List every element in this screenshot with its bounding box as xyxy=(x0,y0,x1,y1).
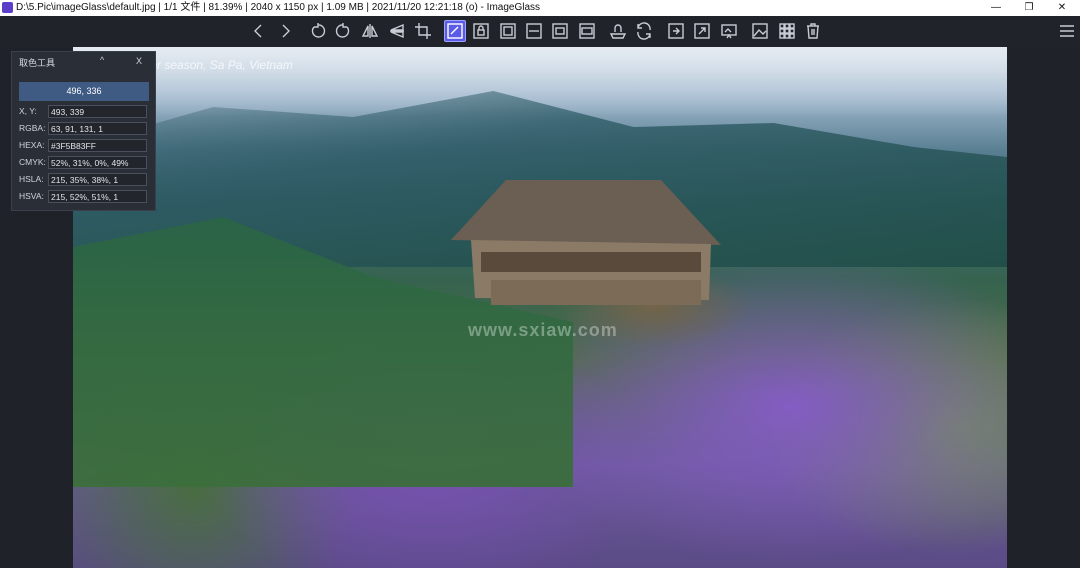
color-picker-button[interactable] xyxy=(444,20,466,42)
color-value-field[interactable]: 215, 35%, 38%, 1 xyxy=(48,173,147,186)
minimize-button[interactable]: — xyxy=(981,0,1011,16)
grid-icon xyxy=(779,23,795,39)
refresh-icon xyxy=(637,22,651,40)
goto-icon xyxy=(668,23,684,39)
scale-to-height-icon xyxy=(552,23,568,39)
flip-vertical-button[interactable] xyxy=(386,20,408,42)
photo-wooden-house xyxy=(451,180,721,305)
next-image-button[interactable] xyxy=(274,20,296,42)
toolbar xyxy=(0,16,1080,47)
title-bar: D:\5.Pic\imageGlass\default.jpg | 1/1 文件… xyxy=(0,0,1080,16)
crop-icon xyxy=(415,23,431,39)
crop-button[interactable] xyxy=(412,20,434,42)
window-title: D:\5.Pic\imageGlass\default.jpg | 1/1 文件… xyxy=(16,2,541,13)
color-row-label: RGBA: xyxy=(19,123,46,133)
color-row-label: HEXA: xyxy=(19,140,45,150)
chevron-left-icon xyxy=(254,24,262,38)
color-value-field[interactable]: 63, 91, 131, 1 xyxy=(48,122,147,135)
thumbnail-bar-button[interactable] xyxy=(776,20,798,42)
flip-vertical-icon xyxy=(390,23,404,39)
color-row-label: X, Y: xyxy=(19,106,37,116)
hamburger-menu-icon xyxy=(1060,25,1074,37)
color-row-xy: X, Y: 493, 339 xyxy=(19,105,150,119)
delete-button[interactable] xyxy=(802,20,824,42)
color-row-hsva: HSVA: 215, 52%, 51%, 1 xyxy=(19,190,150,204)
auto-zoom-icon xyxy=(500,23,516,39)
color-picker-close-button[interactable]: X xyxy=(136,56,142,66)
auto-zoom-button[interactable] xyxy=(497,20,519,42)
color-row-label: HSVA: xyxy=(19,191,44,201)
close-button[interactable]: ✕ xyxy=(1047,0,1077,16)
full-screen-button[interactable] xyxy=(691,20,713,42)
set-wallpaper-button[interactable] xyxy=(749,20,771,42)
maximize-button[interactable]: ❐ xyxy=(1014,0,1044,16)
chevron-right-icon xyxy=(282,24,290,38)
photo-watermark: www.sxiaw.com xyxy=(468,320,618,340)
color-row-hexa: HEXA: #3F5B83FF xyxy=(19,139,150,153)
scale-to-fit-icon xyxy=(579,23,595,39)
color-row-label: HSLA: xyxy=(19,174,44,184)
lock-zoom-button[interactable] xyxy=(470,20,492,42)
open-with-icon xyxy=(609,24,627,39)
slideshow-button[interactable] xyxy=(718,20,740,42)
scale-to-width-button[interactable] xyxy=(523,20,545,42)
rotate-right-button[interactable] xyxy=(332,20,354,42)
scale-to-width-icon xyxy=(526,23,542,39)
scale-to-height-button[interactable] xyxy=(549,20,571,42)
displayed-photo[interactable]: Purple flower season, Sa Pa, Vietnam www… xyxy=(73,47,1007,568)
color-picker-panel: 取色工具 ^ X 496, 336 X, Y: 493, 339 RGBA: 6… xyxy=(11,51,156,211)
flip-horizontal-icon xyxy=(361,24,379,38)
goto-image-button[interactable] xyxy=(665,20,687,42)
rotate-left-icon xyxy=(311,23,326,38)
color-picker-title: 取色工具 xyxy=(19,58,56,68)
rotate-right-icon xyxy=(335,23,350,38)
open-with-button[interactable] xyxy=(607,20,629,42)
color-row-rgba: RGBA: 63, 91, 131, 1 xyxy=(19,122,150,136)
color-picker-collapse-button[interactable]: ^ xyxy=(100,55,104,65)
full-screen-icon xyxy=(694,23,710,39)
slideshow-icon xyxy=(721,24,737,39)
scale-to-fit-button[interactable] xyxy=(576,20,598,42)
image-viewer[interactable]: Purple flower season, Sa Pa, Vietnam www… xyxy=(0,47,1080,568)
previous-image-button[interactable] xyxy=(248,20,270,42)
trash-icon xyxy=(807,23,819,39)
color-picker-icon xyxy=(447,23,463,39)
color-value-field[interactable]: #3F5B83FF xyxy=(48,139,147,152)
main-menu-button[interactable] xyxy=(1056,20,1078,42)
color-row-cmyk: CMYK: 52%, 31%, 0%, 49% xyxy=(19,156,150,170)
image-icon xyxy=(752,23,768,39)
lock-icon xyxy=(473,23,489,39)
refresh-button[interactable] xyxy=(633,20,655,42)
color-swatch: 496, 336 xyxy=(19,82,149,101)
color-value-field[interactable]: 493, 339 xyxy=(48,105,147,118)
imageglass-app-icon xyxy=(2,2,13,13)
color-value-field[interactable]: 215, 52%, 51%, 1 xyxy=(48,190,147,203)
rotate-left-button[interactable] xyxy=(307,20,329,42)
color-row-label: CMYK: xyxy=(19,157,46,167)
flip-horizontal-button[interactable] xyxy=(359,20,381,42)
color-value-field[interactable]: 52%, 31%, 0%, 49% xyxy=(48,156,147,169)
color-row-hsla: HSLA: 215, 35%, 38%, 1 xyxy=(19,173,150,187)
